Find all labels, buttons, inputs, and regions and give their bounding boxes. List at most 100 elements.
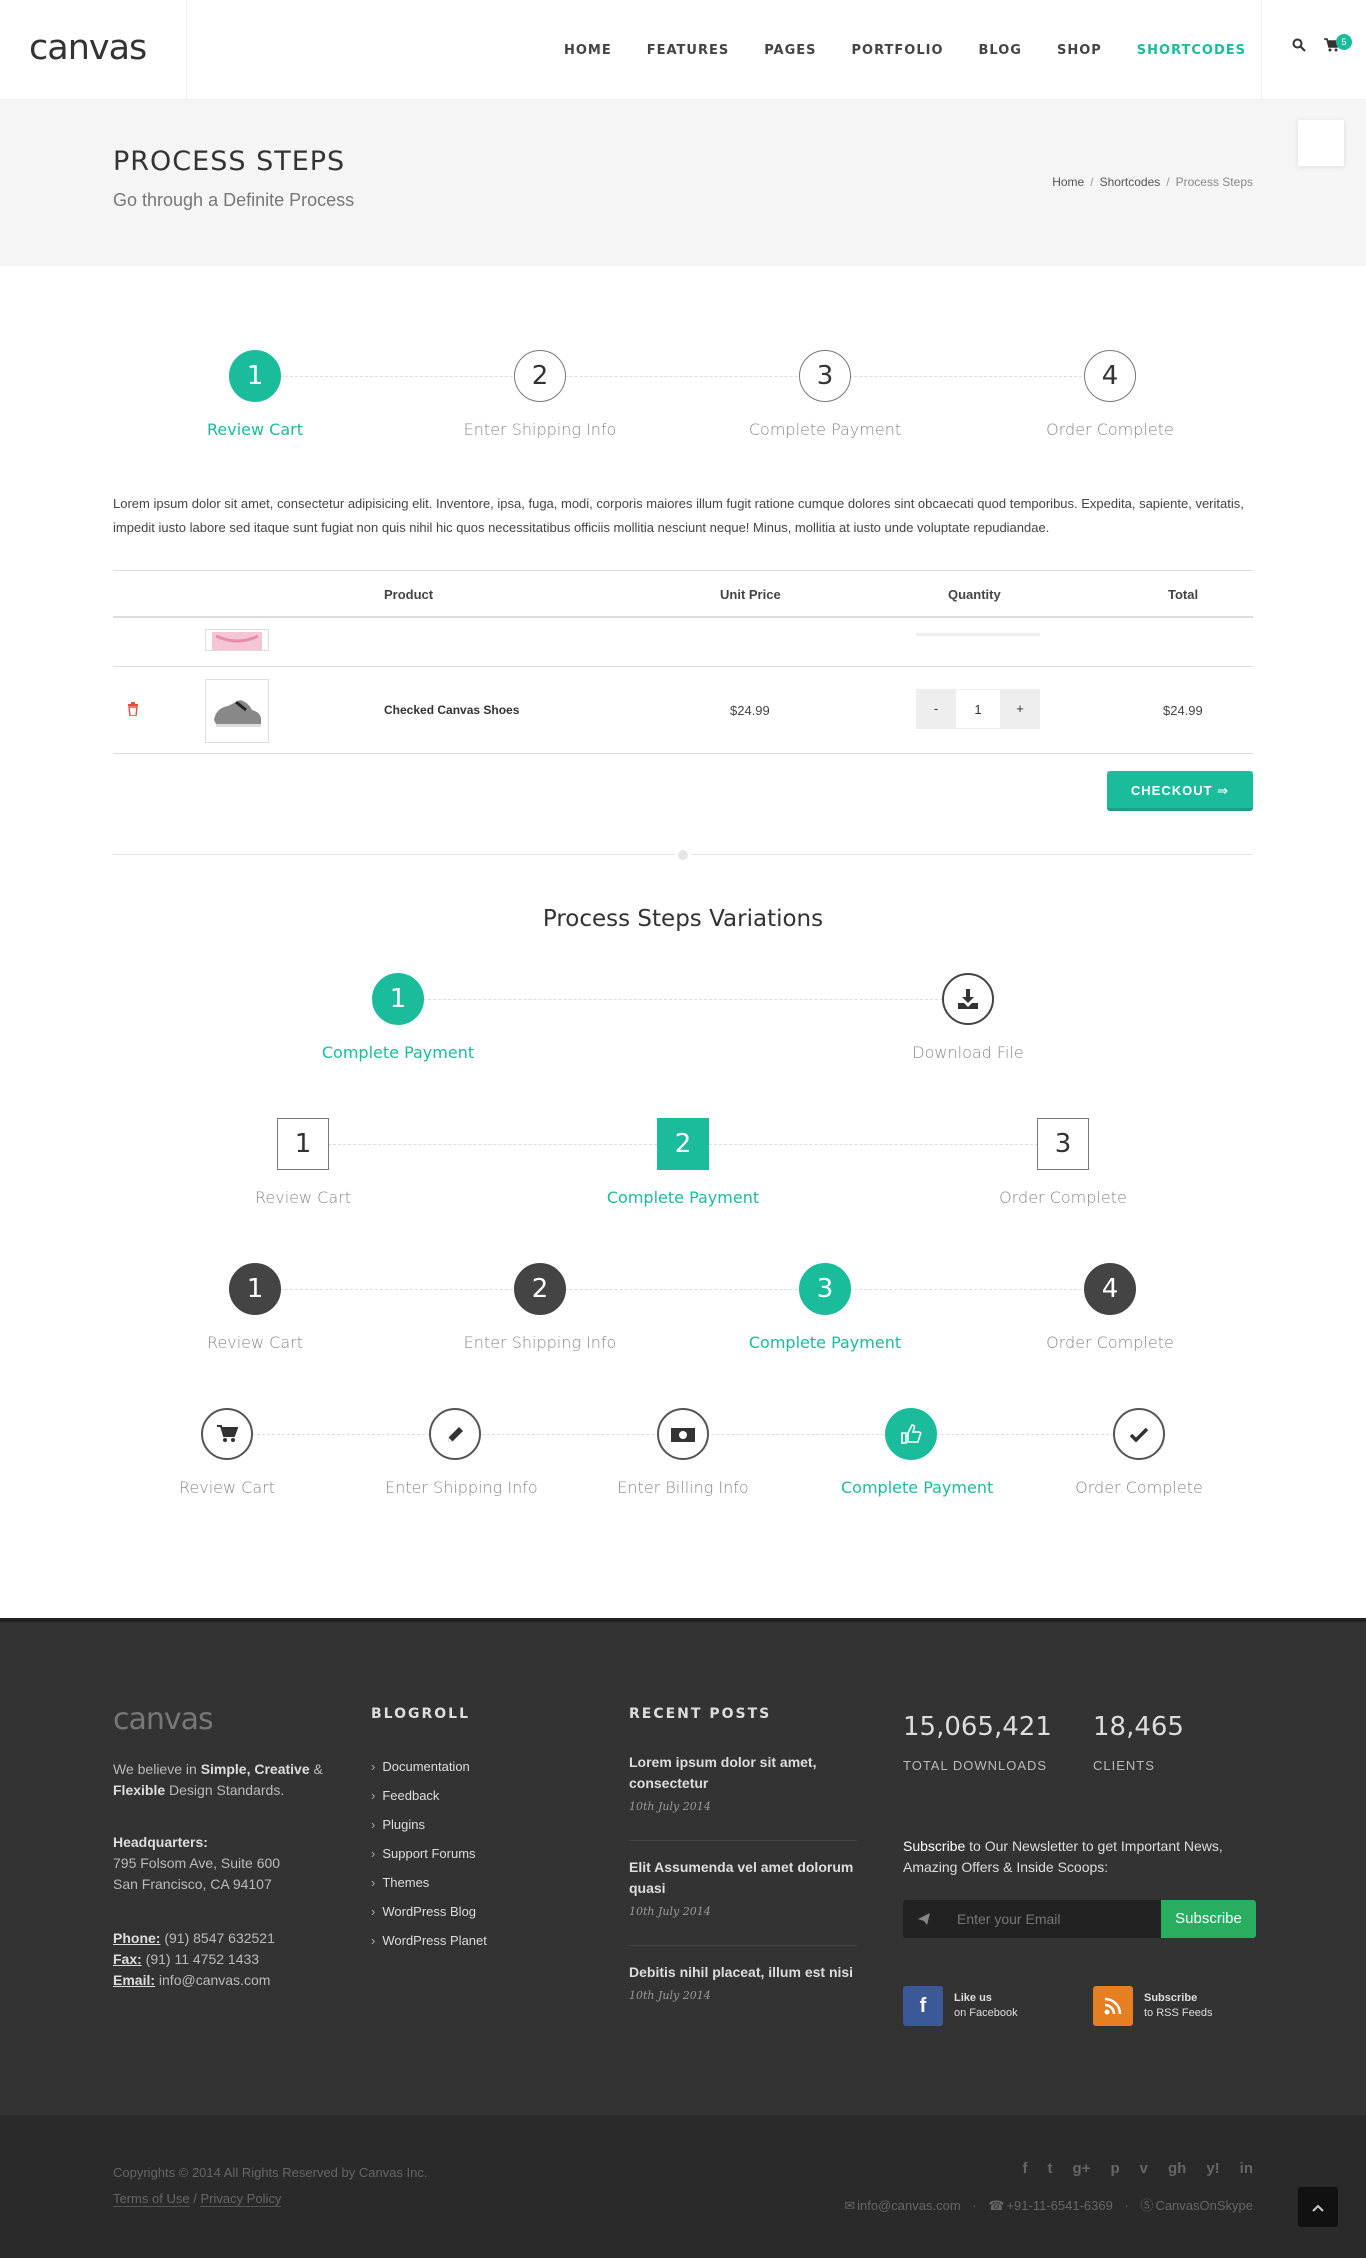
recent-post[interactable]: Debitis nihil placeat, illum est nisi 10… (629, 1962, 857, 2002)
post-title[interactable]: Elit Assumenda vel amet dolorum quasi (629, 1857, 857, 1899)
cart-table-header: Product Unit Price Quantity Total (113, 570, 1253, 618)
facebook-widget[interactable]: f Like us on Facebook (903, 1986, 1018, 2026)
product-name[interactable]: Checked Canvas Shoes (384, 703, 519, 717)
post-title[interactable]: Debitis nihil placeat, illum est nisi (629, 1962, 857, 1983)
nav-features[interactable]: FEATURES (647, 43, 730, 58)
copyright-text: Copyrights © 2014 All Rights Reserved by… (113, 2165, 428, 2207)
nav-shop[interactable]: SHOP (1057, 43, 1102, 58)
downloads-label: TOTAL DOWNLOADS (903, 1758, 1048, 1773)
pinterest-icon[interactable]: p (1110, 2160, 1119, 2177)
process-step[interactable]: Review Cart (157, 1408, 297, 1497)
copyrights-bar: Copyrights © 2014 All Rights Reserved by… (0, 2115, 1366, 2258)
breadcrumb-shortcodes[interactable]: Shortcodes (1100, 175, 1161, 189)
download-icon (942, 973, 994, 1025)
recent-post[interactable]: Lorem ipsum dolor sit amet, consectetur … (629, 1752, 857, 1813)
product-thumbnail[interactable] (205, 679, 269, 743)
divider-dot (675, 847, 691, 863)
process-step[interactable]: 2 Enter Shipping Info (460, 350, 620, 439)
step-number: 1 (229, 350, 281, 402)
logo[interactable]: canvas (0, 0, 187, 100)
process-step[interactable]: 1 Review Cart (203, 1118, 403, 1207)
google-plus-icon[interactable]: g+ (1073, 2160, 1091, 2177)
yahoo-icon[interactable]: y! (1206, 2160, 1219, 2177)
list-item[interactable]: Feedback (371, 1781, 487, 1810)
qty-minus-button[interactable]: - (916, 689, 956, 729)
process-step[interactable]: 4 Order Complete (1030, 350, 1190, 439)
github-icon[interactable]: gh (1168, 2160, 1186, 2177)
newsletter-text: Subscribe to Our Newsletter to get Impor… (903, 1838, 1223, 1875)
qty-plus-button[interactable]: + (1000, 689, 1040, 729)
recent-post[interactable]: Elit Assumenda vel amet dolorum quasi 10… (629, 1857, 857, 1918)
go-to-top-button[interactable] (1298, 2187, 1338, 2227)
main-nav: HOME FEATURES PAGES PORTFOLIO BLOG SHOP … (529, 0, 1246, 100)
col-unit-price: Unit Price (720, 587, 781, 602)
rss-line2: to RSS Feeds (1144, 2007, 1213, 2019)
step-label: Complete Payment (321, 1043, 475, 1062)
nav-home[interactable]: HOME (564, 43, 612, 58)
subscribe-button[interactable]: Subscribe (1161, 1900, 1256, 1938)
process-step[interactable]: 4 Order Complete (1030, 1263, 1190, 1352)
check-icon (1113, 1408, 1165, 1460)
rss-widget[interactable]: Subscribe to RSS Feeds (1093, 1986, 1212, 2026)
page-title: PROCESS STEPS (113, 146, 346, 177)
process-step[interactable]: 1 Review Cart (175, 350, 335, 439)
list-item[interactable]: Documentation (371, 1752, 487, 1781)
nav-portfolio[interactable]: PORTFOLIO (852, 43, 944, 58)
step-number: 1 (372, 973, 424, 1025)
facebook-icon[interactable]: f (1023, 2160, 1028, 2177)
twitter-icon[interactable]: t (1048, 2160, 1053, 2177)
step-number: 2 (514, 1263, 566, 1315)
vimeo-icon[interactable]: v (1140, 2160, 1148, 2177)
footer-contact-line: ✉ info@canvas.com · ☎ +91-11-6541-6369 · Ⓢ… (844, 2198, 1253, 2213)
process-step[interactable]: Enter Shipping Info (385, 1408, 538, 1497)
search-icon[interactable] (1292, 38, 1306, 55)
contact-skype[interactable]: CanvasOnSkype (1155, 2198, 1253, 2213)
product-thumbnail[interactable] (205, 629, 269, 651)
list-item[interactable]: Support Forums (371, 1839, 487, 1868)
nav-pages[interactable]: PAGES (764, 43, 816, 58)
qty-input[interactable]: 1 (956, 689, 1000, 729)
list-item[interactable]: Plugins (371, 1810, 487, 1839)
email-field[interactable] (945, 1900, 1161, 1938)
linkedin-icon[interactable]: in (1240, 2160, 1253, 2177)
list-item[interactable]: WordPress Planet (371, 1926, 487, 1955)
footer-logo[interactable]: canvas (113, 1702, 214, 1737)
recent-posts-title: RECENT POSTS (629, 1706, 772, 1722)
terms-link[interactable]: Terms of Use (113, 2191, 190, 2207)
nav-shortcodes[interactable]: SHORTCODES (1137, 43, 1246, 58)
step-number: 3 (799, 350, 851, 402)
list-item[interactable]: Themes (371, 1868, 487, 1897)
process-step[interactable]: 3 Complete Payment (745, 350, 905, 439)
paper-plane-icon (903, 1900, 945, 1938)
process-step[interactable]: 2 Complete Payment (583, 1118, 783, 1207)
step-label: Order Complete (1046, 420, 1174, 439)
footer-address: Headquarters: 795 Folsom Ave, Suite 600 … (113, 1834, 281, 1892)
floating-panel-toggle[interactable] (1298, 120, 1344, 166)
process-step[interactable]: Download File (868, 973, 1068, 1062)
process-step[interactable]: Complete Payment (841, 1408, 993, 1497)
process-step[interactable]: 3 Complete Payment (745, 1263, 905, 1352)
trash-icon[interactable] (127, 702, 139, 721)
checkout-button[interactable]: CHECKOUT ⇒ (1107, 771, 1253, 811)
nav-blog[interactable]: BLOG (979, 43, 1022, 58)
col-quantity: Quantity (948, 587, 1001, 602)
privacy-link[interactable]: Privacy Policy (200, 2191, 282, 2207)
intro-paragraph: Lorem ipsum dolor sit amet, consectetur … (113, 496, 1244, 535)
process-step[interactable]: 1 Complete Payment (298, 973, 498, 1062)
quantity-stepper-collapsed[interactable] (916, 633, 1040, 637)
process-step[interactable]: Order Complete (1069, 1408, 1209, 1497)
contact-email[interactable]: info@canvas.com (857, 2198, 961, 2213)
post-title[interactable]: Lorem ipsum dolor sit amet, consectetur (629, 1752, 857, 1794)
process-step[interactable]: 1 Review Cart (175, 1263, 335, 1352)
step-number: 4 (1084, 1263, 1136, 1315)
breadcrumb-home[interactable]: Home (1052, 175, 1084, 189)
step-label: Enter Shipping Info (463, 420, 617, 439)
blogroll-list: Documentation Feedback Plugins Support F… (371, 1752, 487, 1955)
table-row (113, 618, 1253, 667)
downloads-counter: 15,065,421 (903, 1712, 1052, 1742)
process-step[interactable]: 2 Enter Shipping Info (460, 1263, 620, 1352)
list-item[interactable]: WordPress Blog (371, 1897, 487, 1926)
process-step[interactable]: 3 Order Complete (963, 1118, 1163, 1207)
process-step[interactable]: Enter Billing Info (613, 1408, 753, 1497)
blogroll-title: BLOGROLL (371, 1706, 471, 1722)
